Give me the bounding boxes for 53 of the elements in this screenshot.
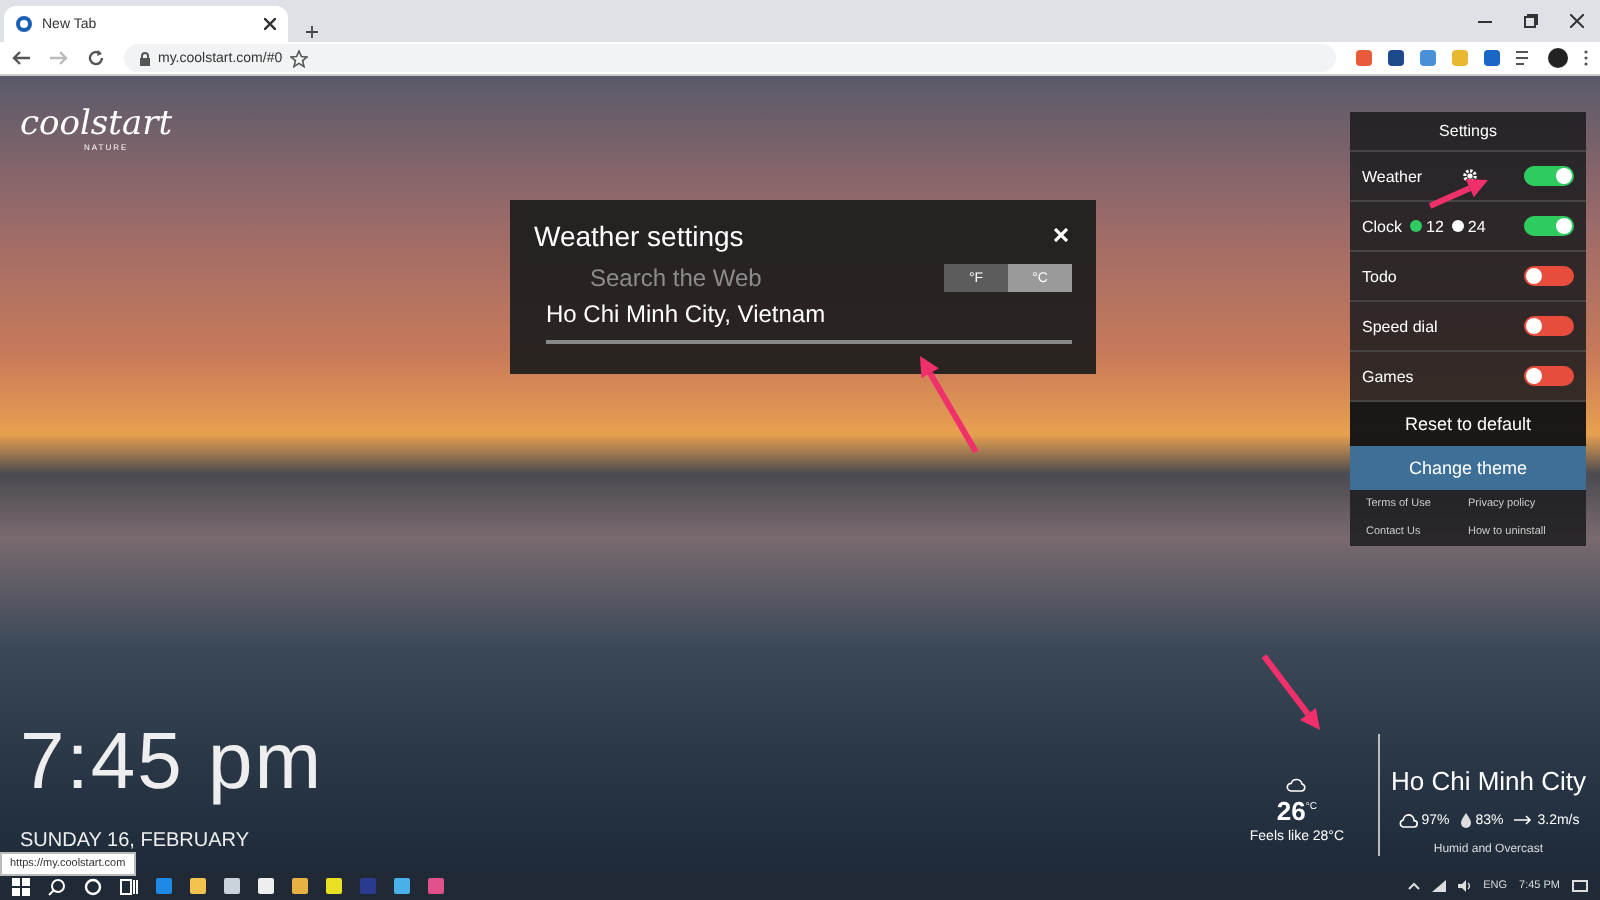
toggle-switch[interactable] xyxy=(1524,266,1574,286)
toggle-switch[interactable] xyxy=(1524,316,1574,336)
clock-time: 7:45 pm xyxy=(20,722,326,802)
lock-icon xyxy=(140,51,150,65)
logo-text: coolstart xyxy=(20,108,173,142)
city-name: Ho Chi Minh City xyxy=(1390,766,1586,796)
gear-icon[interactable] xyxy=(1462,168,1479,184)
panel-title: Settings xyxy=(1350,112,1586,152)
setting-label: Speed dial xyxy=(1362,317,1438,335)
cloud-icon xyxy=(1286,775,1307,791)
avatar-icon[interactable] xyxy=(1548,48,1568,68)
reload-icon xyxy=(88,50,104,66)
format-option[interactable]: 12 xyxy=(1410,217,1444,235)
setting-label: Weather xyxy=(1362,167,1423,185)
toggle-switch[interactable] xyxy=(1524,366,1574,386)
reset-button[interactable]: Reset to default xyxy=(1350,402,1586,446)
windows-logo-icon[interactable] xyxy=(12,877,30,895)
cloud-icon xyxy=(1397,813,1418,827)
tab-favicon-icon xyxy=(16,16,32,32)
close-button[interactable] xyxy=(1054,224,1068,248)
back-icon xyxy=(12,50,30,66)
close-icon xyxy=(1054,228,1068,242)
close-icon xyxy=(264,18,276,30)
playlist-icon xyxy=(1516,50,1532,66)
temperature: 26$^{°C}$ xyxy=(1276,795,1318,825)
setting-label: Todo xyxy=(1362,267,1397,285)
star-icon xyxy=(290,49,309,67)
annotation-arrow xyxy=(1261,654,1320,730)
volume-icon xyxy=(1457,880,1472,892)
location-input[interactable]: Ho Chi Minh City, Vietnam xyxy=(546,296,1072,344)
drop-icon xyxy=(1459,812,1472,828)
change-theme-button[interactable]: Change theme xyxy=(1350,446,1586,490)
circle-icon xyxy=(84,877,102,895)
setting-label: Clock xyxy=(1362,217,1403,235)
notification-icon[interactable] xyxy=(1572,879,1588,893)
clock-date: SUNDAY 16, FEBRUARY xyxy=(20,830,251,852)
annotation-arrow xyxy=(920,356,979,454)
dialog-title: Weather settings xyxy=(534,220,744,252)
task-view-icon xyxy=(120,877,138,895)
chevron-up-icon xyxy=(1407,882,1420,890)
forward-icon xyxy=(50,50,68,66)
toggle-switch[interactable] xyxy=(1524,216,1574,236)
network-icon xyxy=(1431,880,1446,892)
format-option[interactable]: 24 xyxy=(1451,217,1486,235)
toggle-switch[interactable] xyxy=(1524,166,1574,186)
setting-label: Games xyxy=(1362,367,1414,385)
restore-icon xyxy=(1524,14,1538,28)
close-icon xyxy=(1570,14,1584,28)
wind-icon xyxy=(1513,814,1534,826)
search-placeholder-text: Search the Web xyxy=(590,264,762,292)
annotation-arrow xyxy=(1428,179,1488,209)
new-tab-icon xyxy=(304,26,320,42)
search-icon xyxy=(48,877,66,895)
